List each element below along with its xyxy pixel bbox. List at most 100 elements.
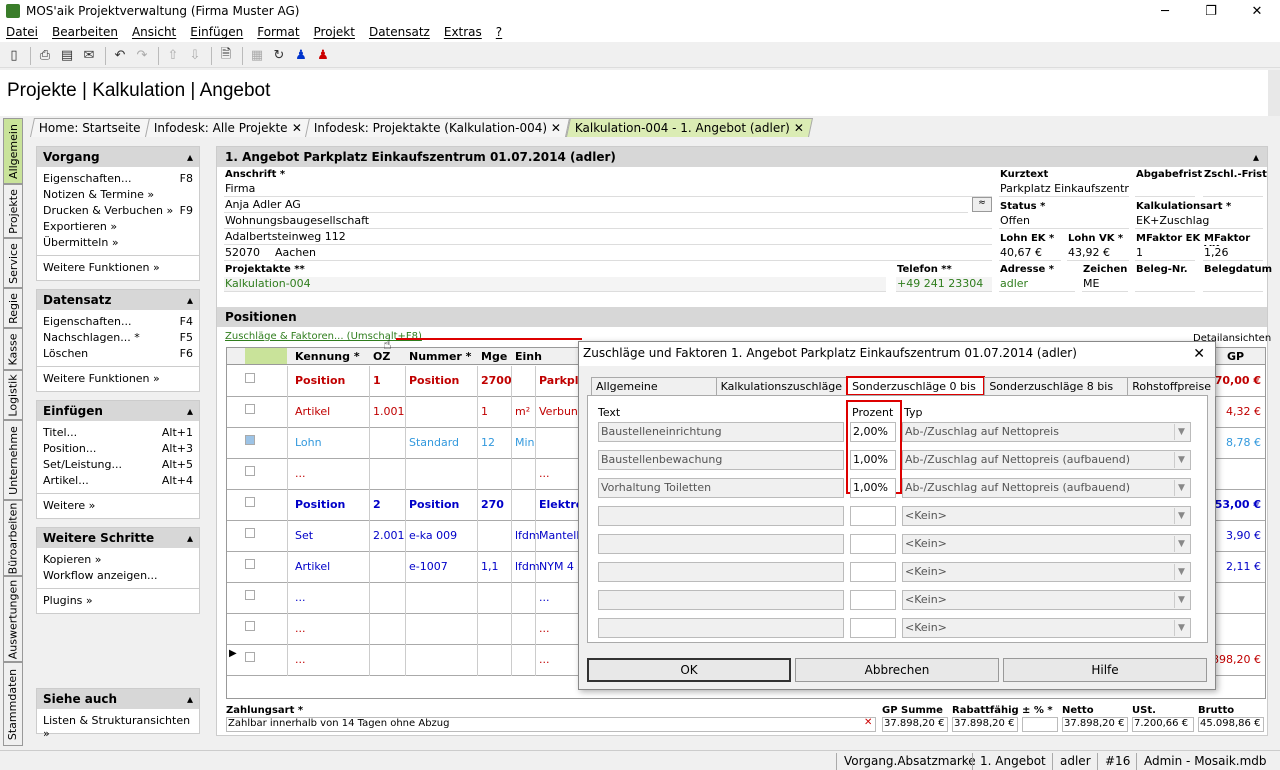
vtab-kasse[interactable]: Kasse <box>3 328 23 370</box>
zuschlag-text-input[interactable] <box>598 506 844 526</box>
vtab-auswertungen[interactable]: Auswertungen <box>3 576 23 662</box>
collapse-icon[interactable]: ▴ <box>187 692 193 706</box>
dtab-kalkulation[interactable]: Kalkulationszuschläge <box>715 377 848 396</box>
cell-gp[interactable]: 53,00 € <box>1215 498 1261 511</box>
dtab-sonder-8-15[interactable]: Sonderzuschläge 8 bis 15 <box>984 377 1129 406</box>
tree-toggle-icon[interactable] <box>245 373 255 383</box>
header-scrollbar[interactable] <box>1268 70 1280 116</box>
zuschlag-typ-select[interactable]: <Kein> ▼ <box>902 506 1191 526</box>
dtab-rohstoffpreise[interactable]: Rohstoffpreise <box>1127 377 1216 396</box>
address-line-1[interactable]: Firma <box>224 182 992 197</box>
dtab-sonder-0-7[interactable]: Sonderzuschläge 0 bis 7 <box>846 376 986 406</box>
ok-button[interactable]: OK <box>587 658 791 682</box>
tree-toggle-icon[interactable] <box>245 528 255 538</box>
print-preview-icon[interactable]: ▤ <box>57 46 77 66</box>
link-notizen[interactable]: Notizen & Termine » <box>37 187 199 203</box>
cell-text[interactable]: Elektro <box>539 498 583 511</box>
zuschlag-text-input[interactable] <box>598 618 844 638</box>
cell-kennung[interactable]: ... <box>295 622 306 635</box>
link-workflow[interactable]: Workflow anzeigen... <box>37 568 199 584</box>
cell-mge[interactable]: 12 <box>481 436 495 449</box>
zeichen-field[interactable]: ME <box>1082 277 1128 292</box>
link-artikel[interactable]: Artikel... Alt+4 <box>37 473 199 489</box>
collapse-icon[interactable]: ▴ <box>187 293 193 307</box>
vtab-allgemein[interactable]: Allgemein <box>3 118 23 184</box>
tab-kalkulation[interactable]: Kalkulation-004 - 1. Angebot (adler) ✕ <box>565 118 813 137</box>
user-red-icon[interactable]: ♟ <box>313 46 333 66</box>
menu-extras[interactable]: Extras <box>444 25 482 39</box>
vtab-projekte[interactable]: Projekte <box>3 184 23 238</box>
col-mge[interactable]: Mge <box>481 350 507 363</box>
link-titel[interactable]: Titel... Alt+1 <box>37 425 199 441</box>
cell-nummer[interactable]: Standard <box>409 436 459 449</box>
cell-gp[interactable]: 898,20 € <box>1212 653 1261 666</box>
chevron-down-icon[interactable]: ▼ <box>1174 452 1188 468</box>
zuschlag-typ-select[interactable]: <Kein> ▼ <box>902 590 1191 610</box>
vtab-unternehmen[interactable]: Unternehme <box>3 420 23 500</box>
tab-alle-projekte[interactable]: Infodesk: Alle Projekte ✕ <box>144 118 311 137</box>
cell-nummer[interactable]: e-ka 009 <box>409 529 457 542</box>
link-weitere-funktionen[interactable]: Weitere Funktionen » <box>37 260 199 276</box>
lohn-vk-field[interactable]: 43,92 € <box>1067 246 1129 261</box>
zuschlag-typ-select[interactable]: <Kein> ▼ <box>902 618 1191 638</box>
link-nachschlagen[interactable]: Nachschlagen... * F5 <box>37 330 199 346</box>
menu-bearbeiten[interactable]: Bearbeiten <box>52 25 118 39</box>
clear-icon[interactable]: ✕ <box>864 717 872 728</box>
zuschlaege-link[interactable]: Zuschläge & Faktoren... (Umschalt+F8) <box>225 331 422 342</box>
chevron-down-icon[interactable]: ▼ <box>1174 508 1188 524</box>
tree-toggle-icon[interactable] <box>245 466 255 476</box>
help-button[interactable]: Hilfe <box>1003 658 1207 682</box>
cell-kennung[interactable]: ... <box>295 591 306 604</box>
link-kopieren[interactable]: Kopieren » <box>37 552 199 568</box>
zuschlag-typ-select[interactable]: Ab-/Zuschlag auf Nettopreis (aufbauend) ▼ <box>902 450 1191 470</box>
tab-projektakte[interactable]: Infodesk: Projektakte (Kalkulation-004) ✕ <box>305 118 571 137</box>
link-drucken[interactable]: Drucken & Verbuchen » F9 <box>37 203 199 219</box>
zuschlag-prozent-input[interactable] <box>850 506 896 526</box>
zuschlag-text-input[interactable] <box>598 562 844 582</box>
ort-field[interactable]: Aachen <box>274 246 992 261</box>
zuschlag-prozent-input[interactable] <box>850 618 896 638</box>
col-gp[interactable]: GP <box>1227 350 1244 363</box>
zuschlag-prozent-input[interactable]: 1,00% <box>850 450 896 470</box>
cell-text[interactable]: ... <box>539 622 550 635</box>
menu-help[interactable]: ? <box>496 25 502 39</box>
menu-einfuegen[interactable]: Einfügen <box>190 25 243 39</box>
cell-gp[interactable]: 3,90 € <box>1226 529 1261 542</box>
cell-einh[interactable]: Min <box>515 436 535 449</box>
mfaktor-vk-field[interactable]: 1,26 <box>1203 246 1263 261</box>
menu-projekt[interactable]: Projekt <box>314 25 355 39</box>
cell-kennung[interactable]: Lohn <box>295 436 322 449</box>
belegdatum-field[interactable] <box>1203 277 1263 292</box>
tree-toggle-icon[interactable] <box>245 590 255 600</box>
dtab-allgemeine[interactable]: Allgemeine Zuschläge <box>591 377 717 406</box>
vtab-stammdaten[interactable]: Stammdaten <box>3 662 23 746</box>
close-tab-icon[interactable]: ✕ <box>793 121 803 135</box>
chevron-down-icon[interactable]: ▼ <box>1174 424 1188 440</box>
plz-field[interactable]: 52070 <box>224 246 270 261</box>
refresh-icon[interactable]: ↻ <box>269 46 289 66</box>
zahlungsart-field[interactable]: Zahlbar innerhalb von 14 Tagen ohne Abzu… <box>226 717 876 732</box>
cell-text[interactable]: ... <box>539 653 550 666</box>
collapse-icon[interactable]: ▴ <box>1253 150 1259 164</box>
zuschlag-typ-select[interactable]: Ab-/Zuschlag auf Nettopreis (aufbauend) ▼ <box>902 478 1191 498</box>
cell-nummer[interactable]: e-1007 <box>409 560 448 573</box>
beleg-nr-field[interactable] <box>1135 277 1195 292</box>
address-line-3[interactable]: Wohnungsbaugesellschaft <box>224 214 992 229</box>
cell-oz[interactable]: 2 <box>373 498 381 511</box>
cell-kennung[interactable]: ... <box>295 467 306 480</box>
collapse-icon[interactable]: ▴ <box>187 150 193 164</box>
menu-datensatz[interactable]: Datensatz <box>369 25 430 39</box>
projektakte-field[interactable]: Kalkulation-004 <box>224 277 886 292</box>
tree-toggle-icon[interactable] <box>245 435 255 445</box>
cell-mge[interactable]: 1,1 <box>481 560 499 573</box>
search-document-icon[interactable]: 🗎 <box>216 46 236 66</box>
cell-kennung[interactable]: Position <box>295 374 345 387</box>
close-button[interactable]: ✕ <box>1234 0 1280 22</box>
print-icon[interactable]: ⎙ <box>35 46 55 66</box>
kurztext-field[interactable]: Parkplatz Einkaufszentrum <box>999 182 1129 197</box>
zuschlag-text-input[interactable]: Baustellenbewachung <box>598 450 844 470</box>
col-nummer[interactable]: Nummer * <box>409 350 471 363</box>
vtab-regie[interactable]: Regie <box>3 288 23 328</box>
tree-toggle-icon[interactable] <box>245 497 255 507</box>
menu-format[interactable]: Format <box>257 25 299 39</box>
